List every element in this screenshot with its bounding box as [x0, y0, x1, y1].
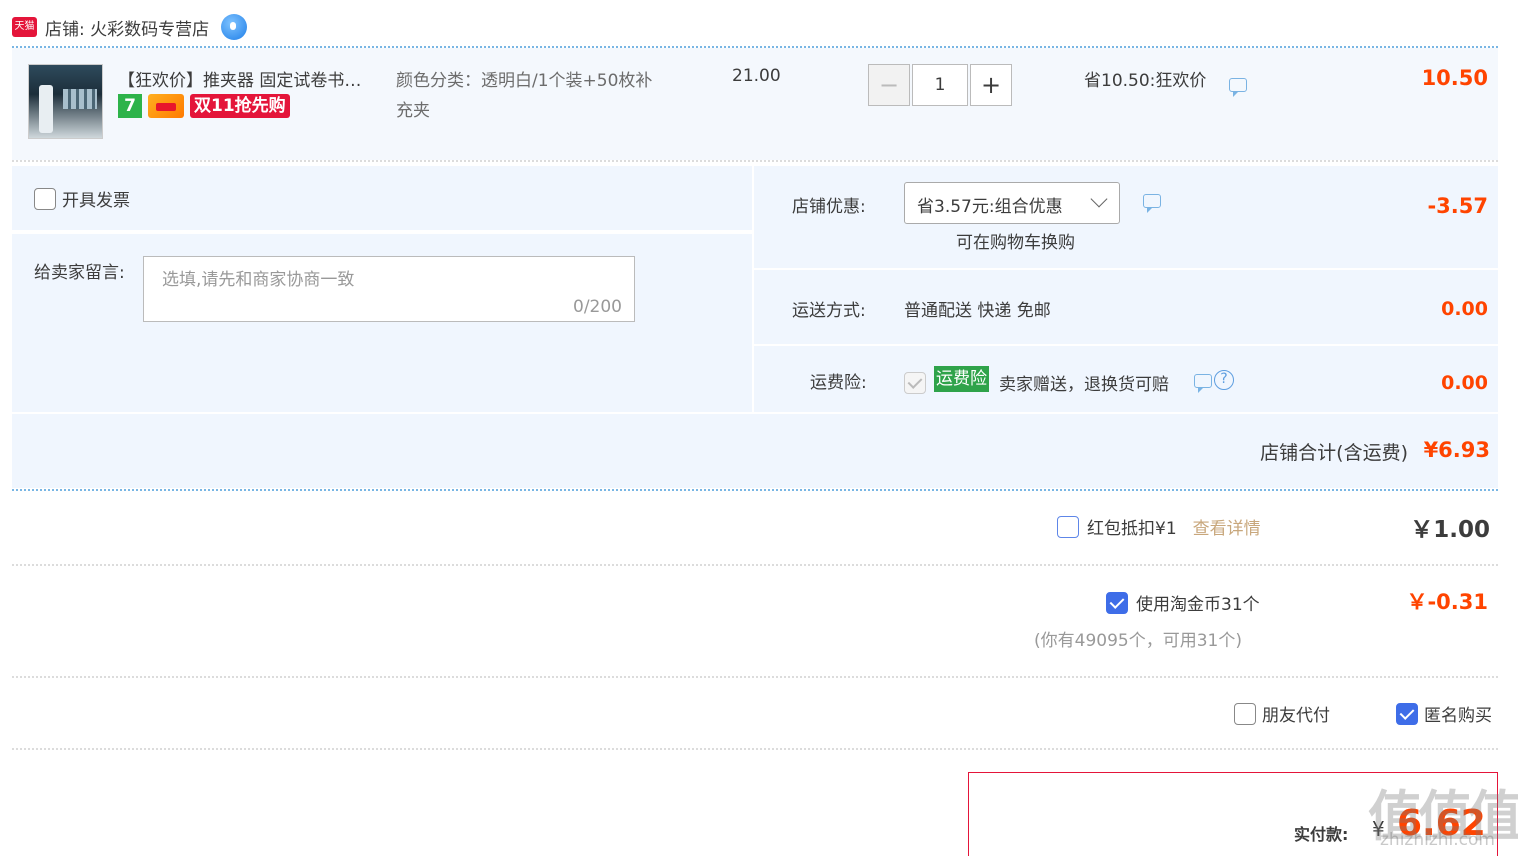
redpacket-amount: ￥1.00 — [1410, 517, 1490, 543]
invoice-checkbox[interactable] — [34, 187, 56, 210]
order-item-row: 【狂欢价】推夹器 固定试卷书… 7 双11抢先购 颜色分类：透明白/1个装+50… — [12, 48, 1498, 160]
wangwang-chat-icon[interactable] — [221, 14, 248, 40]
item-promotion: 省10.50:狂欢价 — [1084, 71, 1207, 91]
taobao-coin-amount: ￥-0.31 — [1406, 590, 1488, 614]
item-total-price: 10.50 — [1421, 66, 1488, 90]
insurance-tag: 运费险 — [934, 366, 989, 392]
quantity-stepper: − 1 + — [868, 64, 1012, 106]
subtotal-label: 店铺合计(含运费) — [1260, 442, 1408, 464]
shop-name[interactable]: 店铺: 火彩数码专营店 — [45, 15, 209, 40]
product-title[interactable]: 【狂欢价】推夹器 固定试卷书… — [118, 66, 382, 91]
coupon-dropdown[interactable]: 省3.57元:组合优惠 — [904, 182, 1120, 224]
message-label: 给卖家留言: — [34, 263, 125, 283]
divider — [12, 489, 1498, 491]
double11-badge: 双11抢先购 — [190, 94, 290, 118]
message-placeholder: 选填,请先和商家协商一致 — [162, 270, 355, 290]
redpacket-label: 红包抵扣¥1 — [1087, 519, 1177, 539]
delivery-section: 店铺优惠: 省3.57元:组合优惠 可在购物车换购 -3.57 运送方式: 普通… — [754, 166, 1498, 412]
quantity-decrease-button[interactable]: − — [868, 64, 910, 106]
message-char-count: 0/200 — [573, 297, 622, 317]
message-section: 给卖家留言: 选填,请先和商家协商一致 0/200 — [12, 234, 752, 412]
redpacket-option[interactable]: 红包抵扣¥1 查看详情 — [1057, 514, 1261, 539]
shop-header: 天猫 店铺: 火彩数码专营店 — [12, 10, 248, 44]
quantity-increase-button[interactable]: + — [970, 64, 1012, 106]
coupon-amount: -3.57 — [1427, 194, 1488, 218]
redpacket-checkbox[interactable] — [1057, 515, 1079, 538]
card-payment-icon — [148, 94, 184, 118]
anonymous-purchase-checkbox[interactable] — [1396, 702, 1418, 725]
shipping-label: 运送方式: — [792, 301, 866, 321]
shipping-amount: 0.00 — [1441, 298, 1488, 320]
insurance-amount: 0.00 — [1441, 372, 1488, 394]
product-thumbnail[interactable] — [28, 64, 103, 139]
shipping-insurance-row: 运费险: 运费险 卖家赠送，退换货可赔 ? 0.00 — [754, 346, 1498, 412]
shop-coupon-row: 店铺优惠: 省3.57元:组合优惠 可在购物车换购 -3.57 — [754, 166, 1498, 268]
taobao-coin-option[interactable]: 使用淘金币31个 — [1106, 590, 1260, 615]
divider — [12, 160, 1498, 162]
subtotal-amount: ¥6.93 — [1423, 438, 1490, 462]
order-options: 开具发票 给卖家留言: 选填,请先和商家协商一致 0/200 店铺优惠: 省3.… — [12, 166, 1498, 412]
watermark-url: zhizhizhi.com — [1380, 830, 1495, 850]
invoice-option[interactable]: 开具发票 — [34, 186, 130, 211]
insurance-description: 卖家赠送，退换货可赔 — [999, 375, 1169, 395]
actual-payment-label: 实付款: — [1294, 825, 1349, 844]
coupon-chat-icon[interactable] — [1143, 194, 1161, 213]
sku-info: 颜色分类：透明白/1个装+50枚补充夹 — [396, 71, 653, 121]
coupon-hint: 可在购物车换购 — [956, 233, 1075, 253]
friend-pay-option[interactable]: 朋友代付 — [1234, 701, 1330, 726]
redpacket-details-link[interactable]: 查看详情 — [1193, 514, 1261, 539]
taobao-coin-checkbox[interactable] — [1106, 591, 1128, 614]
taobao-coin-balance: (你有49095个，可用31个) — [1034, 631, 1242, 651]
insurance-checkbox — [904, 372, 926, 394]
unit-price: 21.00 — [732, 66, 781, 86]
seven-day-return-badge: 7 — [118, 94, 142, 118]
seller-message-input[interactable]: 选填,请先和商家协商一致 0/200 — [143, 256, 635, 322]
invoice-section: 开具发票 — [12, 166, 752, 232]
divider — [12, 564, 1498, 566]
divider — [12, 676, 1498, 678]
friend-pay-label: 朋友代付 — [1262, 706, 1330, 726]
coupon-label: 店铺优惠: — [792, 197, 866, 217]
divider — [12, 748, 1498, 750]
taobao-coin-label: 使用淘金币31个 — [1136, 595, 1260, 615]
insurance-chat-icon[interactable] — [1194, 374, 1212, 393]
shipping-method: 普通配送 快递 免邮 — [904, 301, 1051, 321]
shipping-row: 运送方式: 普通配送 快递 免邮 0.00 — [754, 270, 1498, 344]
quantity-input[interactable]: 1 — [912, 64, 968, 106]
coupon-selected-value: 省3.57元:组合优惠 — [917, 197, 1063, 217]
insurance-label: 运费险: — [810, 373, 867, 393]
chevron-down-icon — [1090, 190, 1108, 208]
anonymous-purchase-label: 匿名购买 — [1424, 706, 1492, 726]
invoice-label: 开具发票 — [62, 191, 130, 211]
tmall-logo: 天猫 — [12, 17, 37, 37]
promotion-chat-icon[interactable] — [1229, 78, 1247, 97]
friend-pay-checkbox[interactable] — [1234, 702, 1256, 725]
shop-subtotal-row: 店铺合计(含运费) ¥6.93 — [12, 414, 1498, 488]
help-icon[interactable]: ? — [1214, 370, 1234, 390]
anonymous-purchase-option[interactable]: 匿名购买 — [1396, 701, 1492, 726]
